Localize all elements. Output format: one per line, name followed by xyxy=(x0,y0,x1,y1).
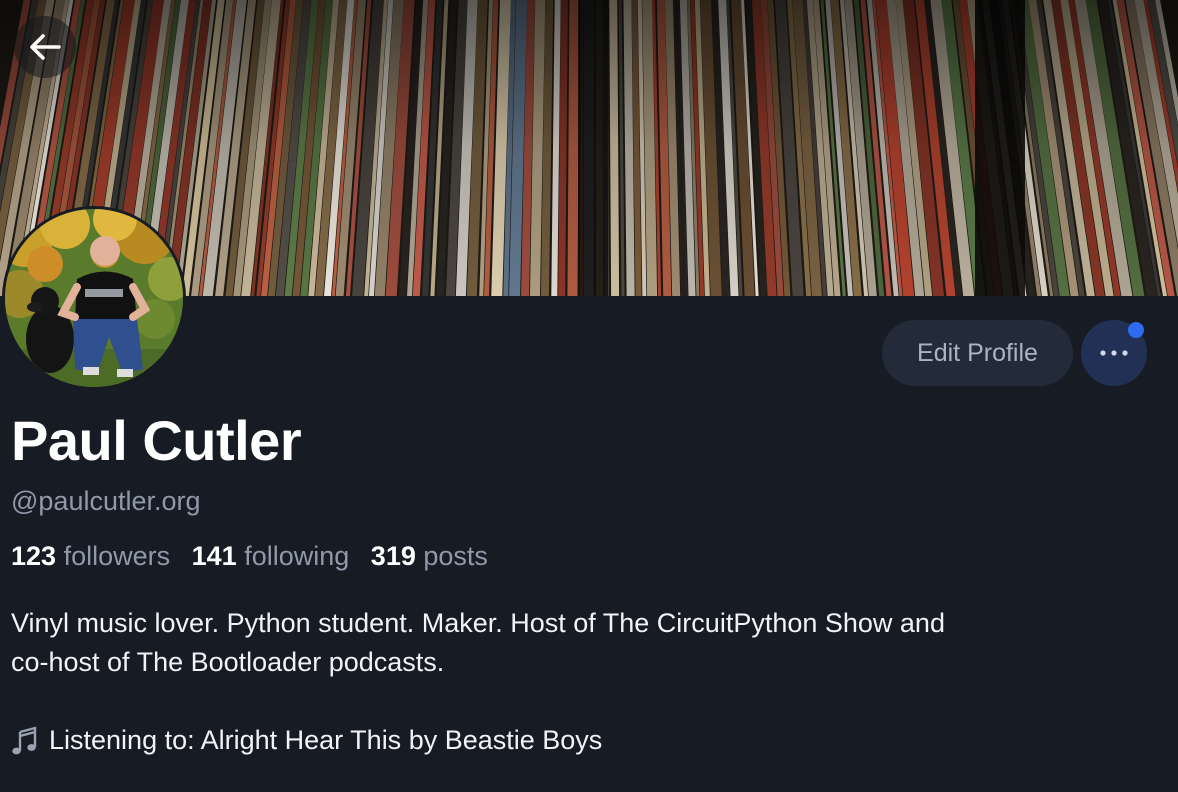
posts-count: 319 xyxy=(370,541,416,571)
listening-text: Listening to: Alright Hear This by Beast… xyxy=(49,725,603,755)
followers-link[interactable]: 123 followers xyxy=(11,541,170,571)
posts-label: posts xyxy=(423,541,488,571)
avatar[interactable] xyxy=(2,206,186,390)
profile-bio: Vinyl music lover. Python student. Maker… xyxy=(11,604,1161,682)
profile-page: Edit Profile Paul Cutler @paulcutler.org… xyxy=(0,0,1178,792)
ellipsis-icon xyxy=(1100,350,1128,356)
back-button[interactable] xyxy=(14,16,76,78)
display-name: Paul Cutler xyxy=(11,409,302,472)
profile-handle: @paulcutler.org xyxy=(11,486,201,516)
notification-dot xyxy=(1128,322,1144,338)
following-label: following xyxy=(244,541,350,571)
avatar-photo xyxy=(5,209,183,387)
posts-link[interactable]: 319 posts xyxy=(371,541,488,571)
profile-stats: 123 followers 141 following 319 posts xyxy=(11,541,502,572)
followers-count: 123 xyxy=(11,541,57,571)
bio-line: Vinyl music lover. Python student. Maker… xyxy=(11,608,945,638)
listening-status: Listening to: Alright Hear This by Beast… xyxy=(11,725,602,756)
edit-profile-label: Edit Profile xyxy=(917,338,1038,367)
bio-line: co-host of The Bootloader podcasts. xyxy=(11,647,445,677)
arrow-left-icon xyxy=(30,34,61,60)
followers-label: followers xyxy=(63,541,171,571)
profile-banner-image xyxy=(0,0,1178,296)
edit-profile-button[interactable]: Edit Profile xyxy=(882,320,1073,386)
music-note-icon xyxy=(12,725,37,754)
following-count: 141 xyxy=(191,541,237,571)
following-link[interactable]: 141 following xyxy=(192,541,350,571)
